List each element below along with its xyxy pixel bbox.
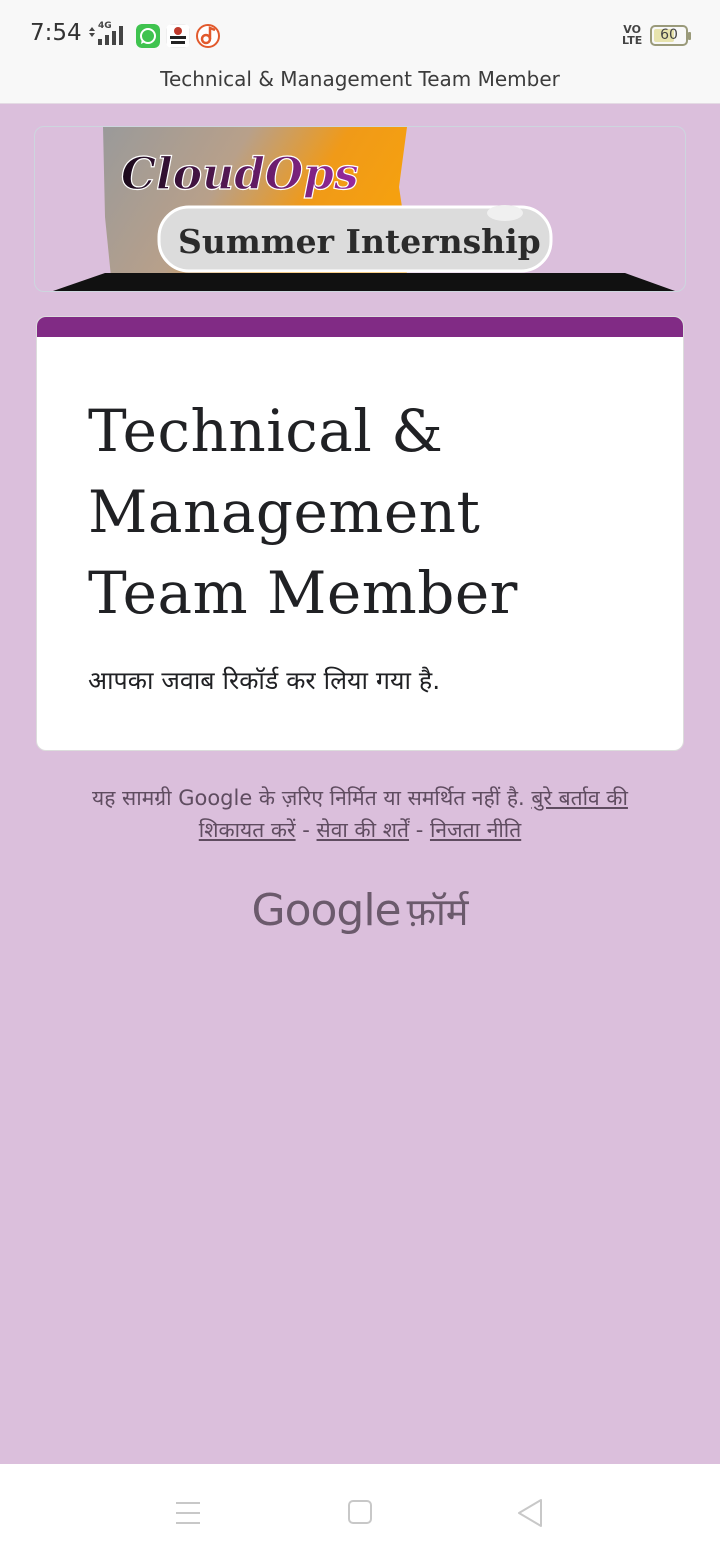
cloudops-banner-graphic: CloudOps Summer Internship bbox=[53, 127, 675, 291]
footer-disclaimer: यह सामग्री Google के ज़रिए निर्मित या सम… bbox=[56, 782, 664, 846]
battery-percent: 60 bbox=[660, 27, 678, 43]
google-wordmark: Google bbox=[251, 885, 401, 936]
home-icon[interactable] bbox=[335, 1488, 385, 1538]
banner-subtitle: Summer Internship bbox=[178, 222, 541, 261]
banner-title: CloudOps bbox=[121, 149, 359, 200]
menu-icon[interactable] bbox=[163, 1488, 213, 1538]
volte-icon: VO LTE bbox=[622, 23, 643, 47]
google-forms-logo[interactable]: Google फ़ॉर्म bbox=[0, 885, 720, 937]
news-app-icon bbox=[166, 24, 190, 48]
confirmation-card: Technical & Management Team Member आपका … bbox=[36, 316, 684, 751]
app-title-bar: Technical & Management Team Member bbox=[0, 60, 720, 104]
terms-of-service-link[interactable]: सेवा की शर्तें bbox=[317, 818, 409, 842]
app-title: Technical & Management Team Member bbox=[160, 67, 560, 91]
header-banner-image: CloudOps Summer Internship bbox=[34, 126, 686, 292]
form-title: Technical & Management Team Member bbox=[88, 397, 518, 627]
back-icon[interactable] bbox=[506, 1488, 556, 1538]
forms-wordmark: फ़ॉर्म bbox=[406, 890, 469, 934]
system-nav-bar bbox=[0, 1464, 720, 1560]
music-app-icon bbox=[196, 24, 220, 48]
disclaimer-text: यह सामग्री Google के ज़रिए निर्मित या सम… bbox=[92, 786, 525, 810]
report-abuse-link-part-2: शिकायत करें bbox=[198, 818, 296, 842]
status-bar: 7:54 4G VO LTE 60 bbox=[0, 0, 720, 60]
network-type: 4G bbox=[98, 21, 112, 31]
card-accent-bar bbox=[37, 317, 683, 337]
whatsapp-icon bbox=[136, 24, 160, 48]
footer-separator: - bbox=[295, 818, 317, 842]
privacy-policy-link[interactable]: निजता नीति bbox=[430, 818, 521, 842]
report-abuse-link-part-1: बुरे बर्ताव की bbox=[531, 786, 628, 810]
footer-separator: - bbox=[409, 818, 430, 842]
status-time: 7:54 bbox=[30, 20, 82, 46]
response-recorded-message: आपका जवाब रिकॉर्ड कर लिया गया है. bbox=[88, 666, 441, 695]
battery-icon: 60 bbox=[650, 25, 691, 46]
